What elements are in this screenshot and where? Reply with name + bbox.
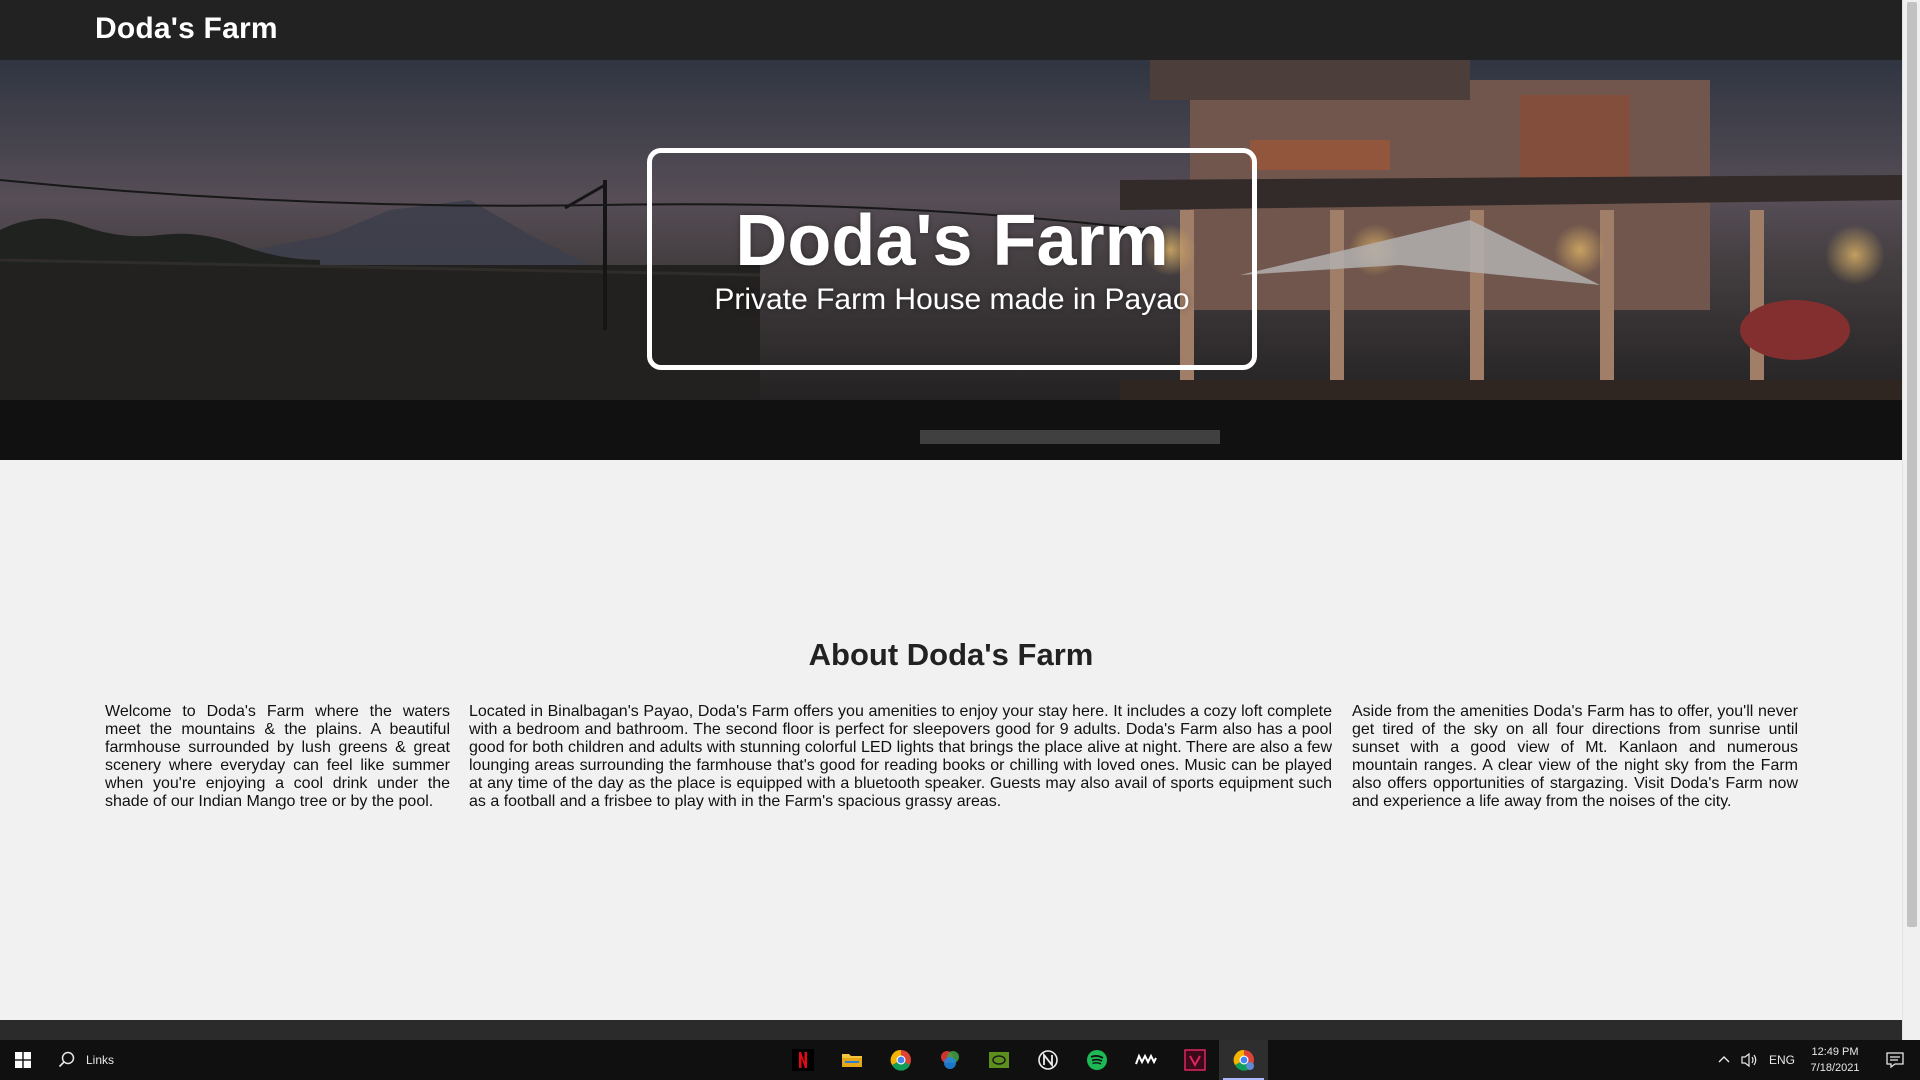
mw-app-icon (1134, 1053, 1157, 1065)
system-tray: ENG (1717, 1040, 1795, 1080)
about-column-views: Aside from the amenities Doda's Farm has… (1352, 703, 1798, 810)
chrome-profile-icon (1233, 1049, 1254, 1071)
about-column-welcome: Welcome to Doda's Farm where the waters … (105, 703, 450, 810)
clock-date: 7/18/2021 (1810, 1062, 1860, 1074)
folder-icon (841, 1054, 862, 1067)
netflix-icon (791, 1049, 814, 1071)
chevron-up-icon[interactable] (1717, 1053, 1731, 1067)
v-app-icon (1183, 1049, 1206, 1071)
taskbar-app-n[interactable] (1023, 1040, 1072, 1080)
n-app-icon (1037, 1050, 1058, 1070)
taskbar-app-spotify[interactable] (1072, 1040, 1121, 1080)
taskbar-app-v[interactable] (1170, 1040, 1219, 1080)
scrollbar-thumb[interactable] (1907, 2, 1917, 927)
taskbar-search-label: Links (86, 1053, 115, 1067)
hero-title-box: Doda's Farm Private Farm House made in P… (647, 148, 1257, 370)
taskbar-search[interactable]: Links (58, 1040, 114, 1080)
hero-title: Doda's Farm (735, 201, 1169, 281)
action-center-button[interactable] (1875, 1040, 1915, 1080)
navbar-brand-link[interactable]: Doda's Farm (95, 12, 278, 46)
taskbar-app-chrome[interactable] (876, 1040, 925, 1080)
nvidia-icon (988, 1052, 1009, 1068)
language-indicator[interactable]: ENG (1769, 1053, 1795, 1067)
page-footer (0, 1020, 1902, 1040)
hero-subtitle: Private Farm House made in Payao (714, 283, 1190, 316)
top-navbar: Doda's Farm (0, 0, 1902, 60)
hero-banner: Doda's Farm Private Farm House made in P… (0, 60, 1902, 460)
chrome-icon (890, 1049, 911, 1071)
taskbar-app-nvidia[interactable] (974, 1040, 1023, 1080)
taskbar-app-netflix[interactable] (778, 1040, 827, 1080)
clock-time: 12:49 PM (1811, 1046, 1859, 1058)
taskbar-app-color[interactable] (925, 1040, 974, 1080)
about-column-amenities: Located in Binalbagan's Payao, Doda's Fa… (469, 703, 1332, 810)
taskbar-app-chrome-profile[interactable] (1219, 1040, 1268, 1080)
search-icon (58, 1051, 75, 1068)
windows-logo-icon (15, 1052, 31, 1068)
taskbar-clock[interactable]: 12:49 PM 7/18/2021 (1800, 1044, 1870, 1076)
taskbar-pinned-apps (778, 1040, 1268, 1080)
about-heading: About Doda's Farm (808, 637, 1094, 672)
notification-icon (1886, 1052, 1904, 1069)
taskbar-app-mw[interactable] (1121, 1040, 1170, 1080)
spotify-icon (1086, 1050, 1107, 1070)
color-wheel-icon (940, 1051, 959, 1069)
taskbar-app-file-explorer[interactable] (827, 1040, 876, 1080)
windows-taskbar: Links ENG 12:49 PM 7/18/2021 (0, 1040, 1920, 1080)
speaker-icon[interactable] (1741, 1052, 1759, 1068)
page-scrollbar[interactable] (1902, 0, 1920, 1040)
start-button[interactable] (0, 1040, 46, 1080)
